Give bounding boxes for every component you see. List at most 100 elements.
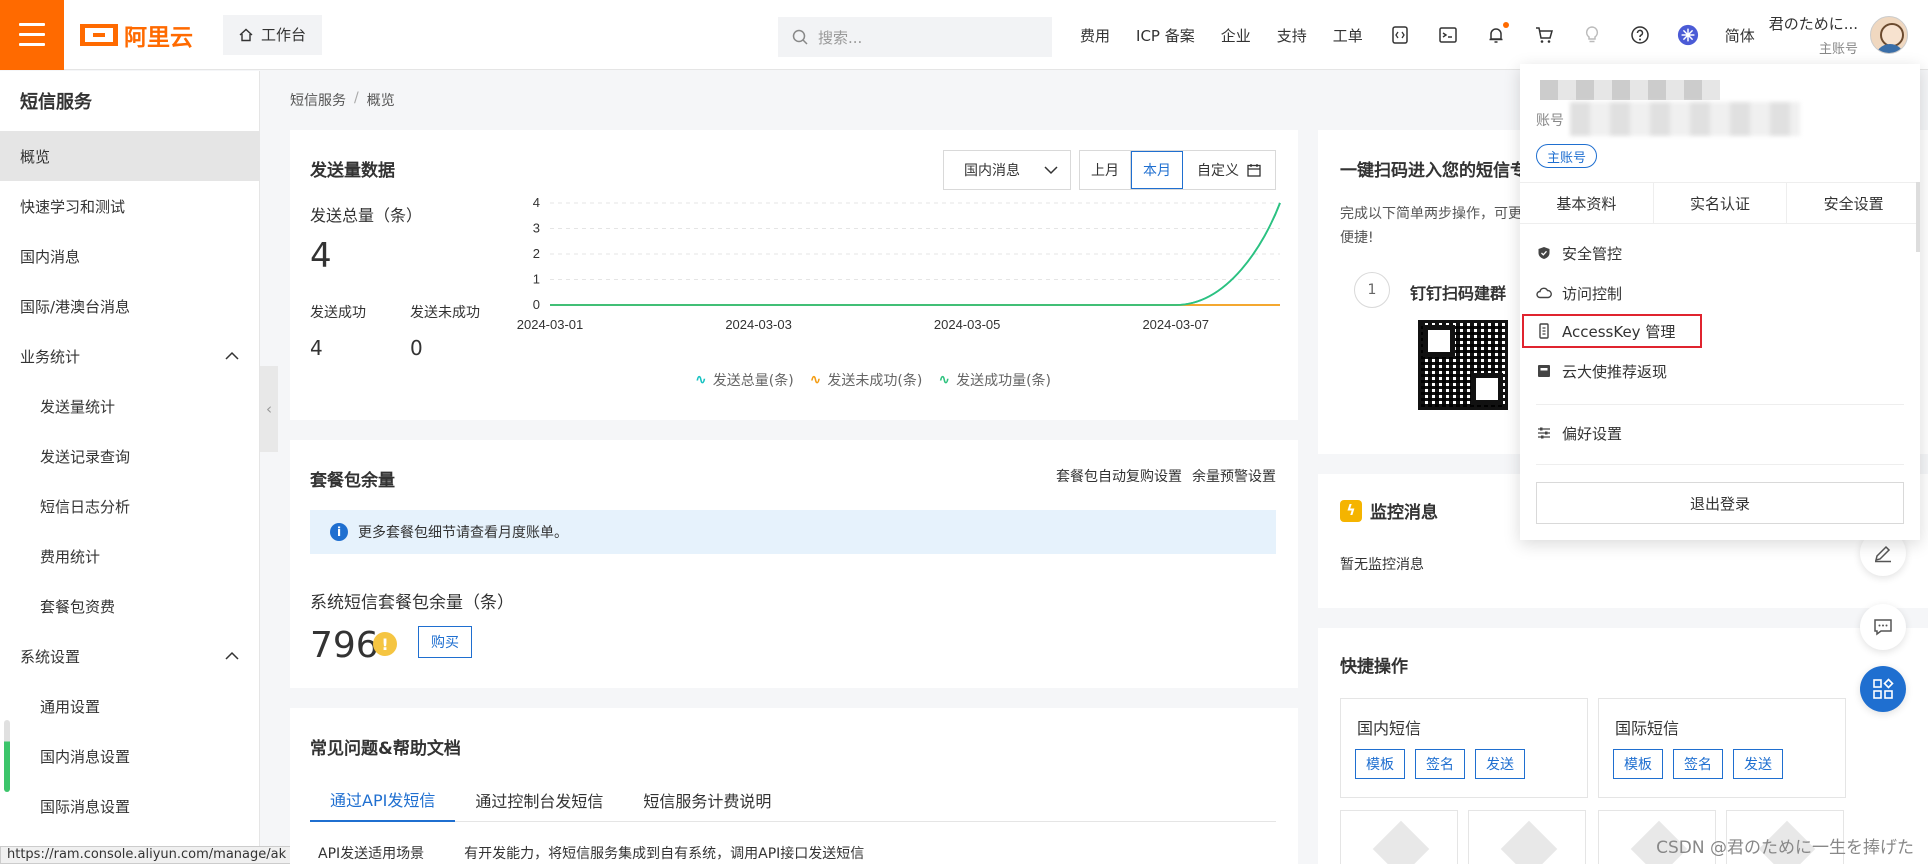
sidebar: 短信服务 概览 快速学习和测试 国内消息 国际/港澳台消息 业务统计 发送量统计… [0,71,260,864]
workbench-button[interactable]: 工作台 [223,14,323,55]
apps-float-button[interactable] [1860,666,1906,712]
legend-item[interactable]: ∿ 发送成功量(条) [938,370,1051,390]
sidebar-item-overview[interactable]: 概览 [0,131,259,181]
warning-icon[interactable]: ! [373,632,397,656]
user-name: 君のために... [1768,15,1858,33]
help-icon[interactable] [1629,24,1651,46]
package-remain-value: 796 [310,625,379,666]
chevron-left-icon: ‹ [266,400,272,418]
signature-button[interactable]: 签名 [1673,749,1723,779]
sidebar-item-log-analysis[interactable]: 短信日志分析 [0,481,259,531]
menu-item-referral[interactable]: 云大使推荐返现 [1536,356,1667,386]
y-tick-label: 4 [533,195,540,210]
pencil-icon [1874,545,1891,563]
avatar[interactable] [1870,16,1908,54]
legend-item[interactable]: ∿ 发送总量(条) [695,370,794,390]
faq-row-label: API发送适用场景 [318,846,425,862]
language-switch[interactable]: 简体 [1725,25,1755,46]
sidebar-item-business-stats[interactable]: 业务统计 [0,331,259,381]
cart-icon[interactable] [1533,24,1555,46]
sliders-icon [1536,425,1552,441]
apps-icon [1873,678,1894,699]
cube-icon [1468,810,1586,864]
legend-item[interactable]: ∿ 发送未成功(条) [810,370,923,390]
signature-button[interactable]: 签名 [1415,749,1465,779]
menu-item-label: 云大使推荐返现 [1562,362,1668,381]
y-tick-label: 3 [533,221,540,236]
sidebar-item-label: 概览 [20,147,51,166]
template-button[interactable]: 模板 [1613,749,1663,779]
chat-float-button[interactable] [1860,604,1906,650]
nav-enterprise[interactable]: 企业 [1221,25,1251,46]
quick-title: 快捷操作 [1340,657,1408,677]
code-icon[interactable] [1389,24,1411,46]
tab-security[interactable]: 安全设置 [1787,183,1920,223]
sidebar-item-cost-stats[interactable]: 费用统计 [0,531,259,581]
send-button[interactable]: 发送 [1475,749,1525,779]
search-box[interactable]: 搜索... [778,17,1052,57]
bolt-icon: ϟ [1340,499,1362,522]
nav-ticket[interactable]: 工单 [1333,25,1363,46]
auto-renew-link[interactable]: 套餐包自动复购设置 [1056,466,1182,486]
breadcrumb-link[interactable]: 短信服务 [290,90,346,110]
chevron-up-icon [225,351,239,360]
sidebar-item-domestic[interactable]: 国内消息 [0,231,259,281]
sidebar-item-international[interactable]: 国际/港澳台消息 [0,281,259,331]
sidebar-scrollbar[interactable] [4,720,10,792]
menu-divider [1536,404,1904,405]
y-tick-label: 1 [533,272,540,287]
sidebar-item-quick-learn[interactable]: 快速学习和测试 [0,181,259,231]
tab-api[interactable]: 通过API发短信 [310,778,456,822]
dropdown-scrollbar[interactable] [1916,182,1920,252]
bell-icon[interactable] [1485,22,1509,46]
send-button[interactable]: 发送 [1733,749,1783,779]
menu-item-preferences[interactable]: 偏好设置 [1536,418,1622,448]
cloud-icon [1536,285,1552,301]
range-custom[interactable]: 自定义 [1183,151,1275,189]
assistant-icon[interactable] [1677,24,1699,46]
template-button[interactable]: 模板 [1355,749,1405,779]
tab-billing[interactable]: 短信服务计费说明 [623,778,791,822]
message-type-select[interactable]: 国内消息 [943,150,1071,190]
tab-console[interactable]: 通过控制台发短信 [455,778,623,822]
fail-label: 发送未成功 [410,305,480,321]
terminal-icon[interactable] [1437,24,1459,46]
workbench-label: 工作台 [261,26,307,44]
menu-item-security-control[interactable]: 安全管控 [1536,238,1622,268]
user-role: 主账号 [1818,42,1858,57]
sidebar-item-send-records[interactable]: 发送记录查询 [0,431,259,481]
blurred-account-id [1570,102,1800,136]
main-account-badge: 主账号 [1536,144,1598,168]
sidebar-item-intl-settings[interactable]: 国际消息设置 [0,781,259,831]
menu-button[interactable] [0,0,64,70]
chat-icon [1874,619,1892,636]
card-title: 套餐包余量 [310,471,395,491]
user-menu[interactable]: 君のために... 主账号 [1769,0,1908,70]
sidebar-item-send-stats[interactable]: 发送量统计 [0,381,259,431]
sidebar-item-general-settings[interactable]: 通用设置 [0,681,259,731]
sidebar-item-domestic-settings[interactable]: 国内消息设置 [0,731,259,781]
nav-icp[interactable]: ICP 备案 [1136,25,1195,46]
lightbulb-icon[interactable] [1581,24,1603,46]
quick-box-title: 国际短信 [1615,719,1680,738]
tab-real-name[interactable]: 实名认证 [1654,183,1788,223]
range-last-month[interactable]: 上月 [1080,151,1131,189]
sidebar-item-label: 通用设置 [40,697,101,716]
balance-alert-link[interactable]: 余量预警设置 [1192,466,1276,486]
sidebar-item-system-settings[interactable]: 系统设置 [0,631,259,681]
buy-button[interactable]: 购买 [418,626,472,658]
breadcrumb-current: 概览 [366,93,395,109]
tab-basic-info[interactable]: 基本资料 [1520,183,1654,223]
sidebar-item-label: 费用统计 [40,547,101,566]
chart-legend: ∿ 发送总量(条) ∿ 发送未成功(条) ∿ 发送成功量(条) [695,370,1051,390]
range-this-month[interactable]: 本月 [1131,151,1183,189]
nav-fees[interactable]: 费用 [1080,25,1110,46]
menu-item-access-control[interactable]: 访问控制 [1536,278,1622,308]
nav-support[interactable]: 支持 [1277,25,1307,46]
search-input[interactable]: 搜索... [818,27,862,48]
sidebar-collapse-handle[interactable]: ‹ [260,366,278,452]
faq-row-text: 有开发能力，将短信服务集成到自有系统，调用API接口发送短信 [464,846,865,862]
logout-button[interactable]: 退出登录 [1536,482,1904,524]
aliyun-logo[interactable]: 阿里云 [80,18,193,52]
sidebar-item-package-price[interactable]: 套餐包资费 [0,581,259,631]
